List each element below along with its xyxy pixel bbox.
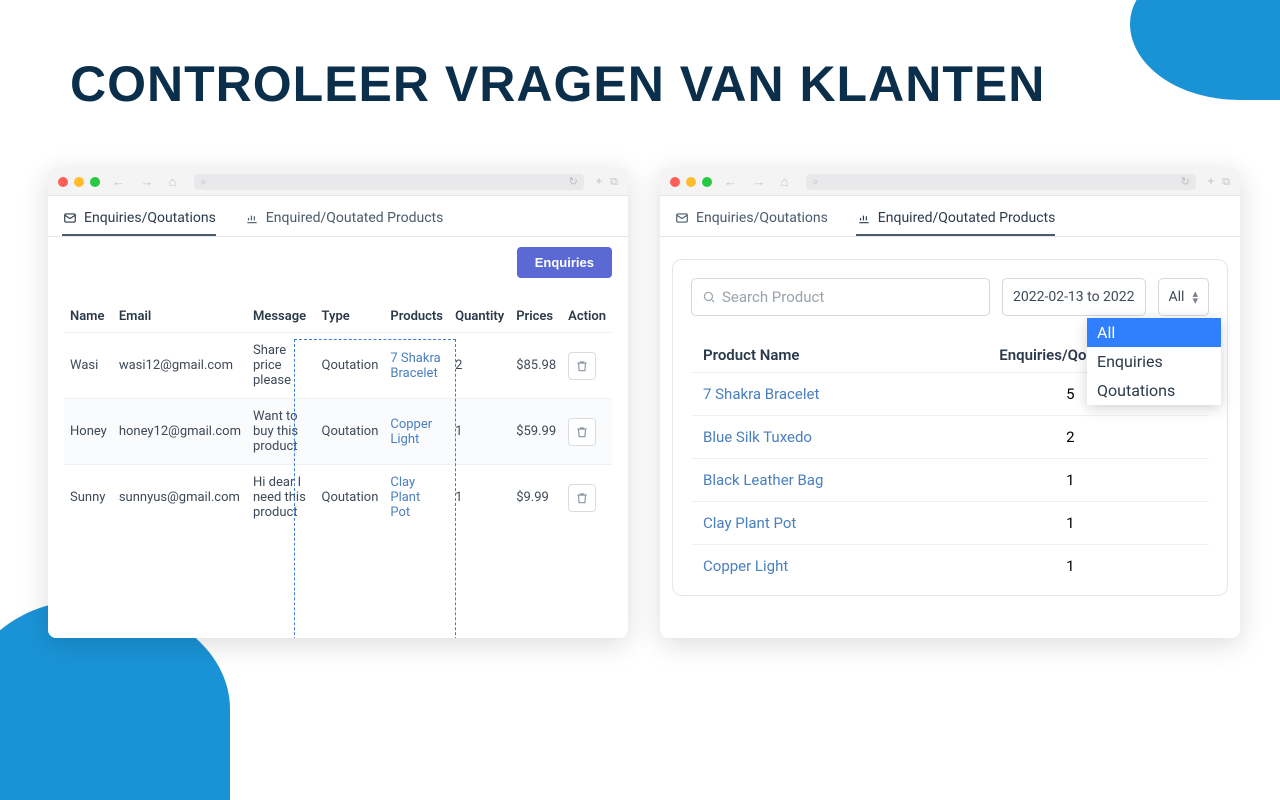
table-row: Honey honey12@gmail.com Want to buy this… xyxy=(64,399,612,465)
cell-price: $85.98 xyxy=(510,333,562,399)
delete-button[interactable] xyxy=(568,484,596,512)
trash-icon xyxy=(575,491,589,505)
cell-price: $9.99 xyxy=(510,465,562,531)
product-link[interactable]: Black Leather Bag xyxy=(703,471,823,489)
table-row: Wasi wasi12@gmail.com Share price please… xyxy=(64,333,612,399)
tab-enquiries-label: Enquiries/Qoutations xyxy=(696,210,828,226)
tab-enquiries[interactable]: Enquiries/Qoutations xyxy=(62,202,216,236)
col-product-name: Product Name xyxy=(691,338,932,373)
cell-message: Want to buy this product xyxy=(247,399,316,465)
cell-quantity: 1 xyxy=(449,399,510,465)
nav-arrows[interactable]: ← → ⌂ xyxy=(112,174,182,190)
product-link[interactable]: 7 Shakra Bracelet xyxy=(390,351,443,381)
tab-enquiries[interactable]: Enquiries/Qoutations xyxy=(674,202,828,236)
tab-products-label: Enquired/Qoutated Products xyxy=(878,210,1056,226)
tab-products[interactable]: Enquired/Qoutated Products xyxy=(856,202,1056,236)
cell-price: $59.99 xyxy=(510,399,562,465)
url-bar[interactable]: ⌕↻ xyxy=(194,174,584,190)
cell-email: honey12@gmail.com xyxy=(113,399,247,465)
tab-products-label: Enquired/Qoutated Products xyxy=(266,210,444,226)
url-bar[interactable]: ⌕↻ xyxy=(806,174,1196,190)
table-row: Blue Silk Tuxedo 2 xyxy=(691,416,1209,459)
cell-quantity: 2 xyxy=(449,333,510,399)
table-row: Black Leather Bag 1 xyxy=(691,459,1209,502)
filter-option-all[interactable]: All xyxy=(1087,318,1221,347)
cell-name: Wasi xyxy=(64,333,113,399)
search-icon xyxy=(702,290,716,304)
copy-icon[interactable]: ⧉ xyxy=(610,175,618,189)
close-icon[interactable] xyxy=(670,177,680,187)
cell-count: 2 xyxy=(932,416,1209,459)
search-input[interactable]: Search Product xyxy=(691,278,990,316)
maximize-icon[interactable] xyxy=(702,177,712,187)
maximize-icon[interactable] xyxy=(90,177,100,187)
minimize-icon[interactable] xyxy=(686,177,696,187)
decorative-blob-tr xyxy=(1130,0,1280,100)
window-chrome: ← → ⌂ ⌕↻ + ⧉ xyxy=(48,168,628,196)
cell-count: 1 xyxy=(932,459,1209,502)
cell-name: Honey xyxy=(64,399,113,465)
filter-select[interactable]: All ▴▾ xyxy=(1158,278,1209,316)
col-email: Email xyxy=(113,301,247,333)
filter-selected-value: All xyxy=(1169,289,1185,305)
nav-arrows[interactable]: ← → ⌂ xyxy=(724,174,794,190)
col-action: Action xyxy=(562,301,612,333)
new-tab-icon[interactable]: + xyxy=(1208,175,1214,189)
table-row: Copper Light 1 xyxy=(691,545,1209,588)
chevron-updown-icon: ▴▾ xyxy=(1192,290,1198,304)
product-link[interactable]: Clay Plant Pot xyxy=(703,514,796,532)
col-prices: Prices xyxy=(510,301,562,333)
window-chrome: ← → ⌂ ⌕↻ + ⧉ xyxy=(660,168,1240,196)
filter-option-enquiries[interactable]: Enquiries xyxy=(1087,347,1221,376)
close-icon[interactable] xyxy=(58,177,68,187)
left-window: ← → ⌂ ⌕↻ + ⧉ Enquiries/Qoutations Enquire… xyxy=(48,168,628,638)
tab-products[interactable]: Enquired/Qoutated Products xyxy=(244,202,444,236)
cell-type: Qoutation xyxy=(316,399,385,465)
product-link[interactable]: Blue Silk Tuxedo xyxy=(703,428,812,446)
col-message: Message xyxy=(247,301,316,333)
col-type: Type xyxy=(316,301,385,333)
enquiries-button[interactable]: Enquiries xyxy=(517,247,612,278)
table-header-row: Name Email Message Type Products Quantit… xyxy=(64,301,612,333)
cell-type: Qoutation xyxy=(316,465,385,531)
cell-email: wasi12@gmail.com xyxy=(113,333,247,399)
product-link[interactable]: Copper Light xyxy=(390,417,443,447)
filter-option-qoutations[interactable]: Qoutations xyxy=(1087,376,1221,405)
chart-icon xyxy=(856,211,872,225)
tab-enquiries-label: Enquiries/Qoutations xyxy=(84,210,216,226)
delete-button[interactable] xyxy=(568,418,596,446)
cell-message: Hi dear I need this product xyxy=(247,465,316,531)
right-window: ← → ⌂ ⌕↻ + ⧉ Enquiries/Qoutations Enquire… xyxy=(660,168,1240,638)
cell-name: Sunny xyxy=(64,465,113,531)
product-link[interactable]: Clay Plant Pot xyxy=(390,475,443,520)
mail-icon xyxy=(62,211,78,225)
search-placeholder: Search Product xyxy=(722,288,824,306)
page-title: CONTROLEER VRAGEN VAN KLANTEN xyxy=(70,55,1045,113)
table-row: Clay Plant Pot 1 xyxy=(691,502,1209,545)
enquiries-table: Name Email Message Type Products Quantit… xyxy=(64,301,612,530)
cell-quantity: 1 xyxy=(449,465,510,531)
date-range-input[interactable]: 2022-02-13 to 2022 xyxy=(1002,278,1146,316)
trash-icon xyxy=(575,425,589,439)
cell-message: Share price please xyxy=(247,333,316,399)
cell-count: 1 xyxy=(932,545,1209,588)
delete-button[interactable] xyxy=(568,352,596,380)
new-tab-icon[interactable]: + xyxy=(596,175,602,189)
col-name: Name xyxy=(64,301,113,333)
cell-count: 1 xyxy=(932,502,1209,545)
col-quantity: Quantity xyxy=(449,301,510,333)
trash-icon xyxy=(575,359,589,373)
mail-icon xyxy=(674,211,690,225)
copy-icon[interactable]: ⧉ xyxy=(1222,175,1230,189)
chart-icon xyxy=(244,211,260,225)
product-link[interactable]: 7 Shakra Bracelet xyxy=(703,385,819,403)
product-link[interactable]: Copper Light xyxy=(703,557,788,575)
filter-dropdown: All Enquiries Qoutations xyxy=(1087,318,1221,405)
cell-email: sunnyus@gmail.com xyxy=(113,465,247,531)
col-products: Products xyxy=(384,301,449,333)
table-row: Sunny sunnyus@gmail.com Hi dear I need t… xyxy=(64,465,612,531)
date-range-value: 2022-02-13 to 2022 xyxy=(1013,289,1135,305)
minimize-icon[interactable] xyxy=(74,177,84,187)
cell-type: Qoutation xyxy=(316,333,385,399)
